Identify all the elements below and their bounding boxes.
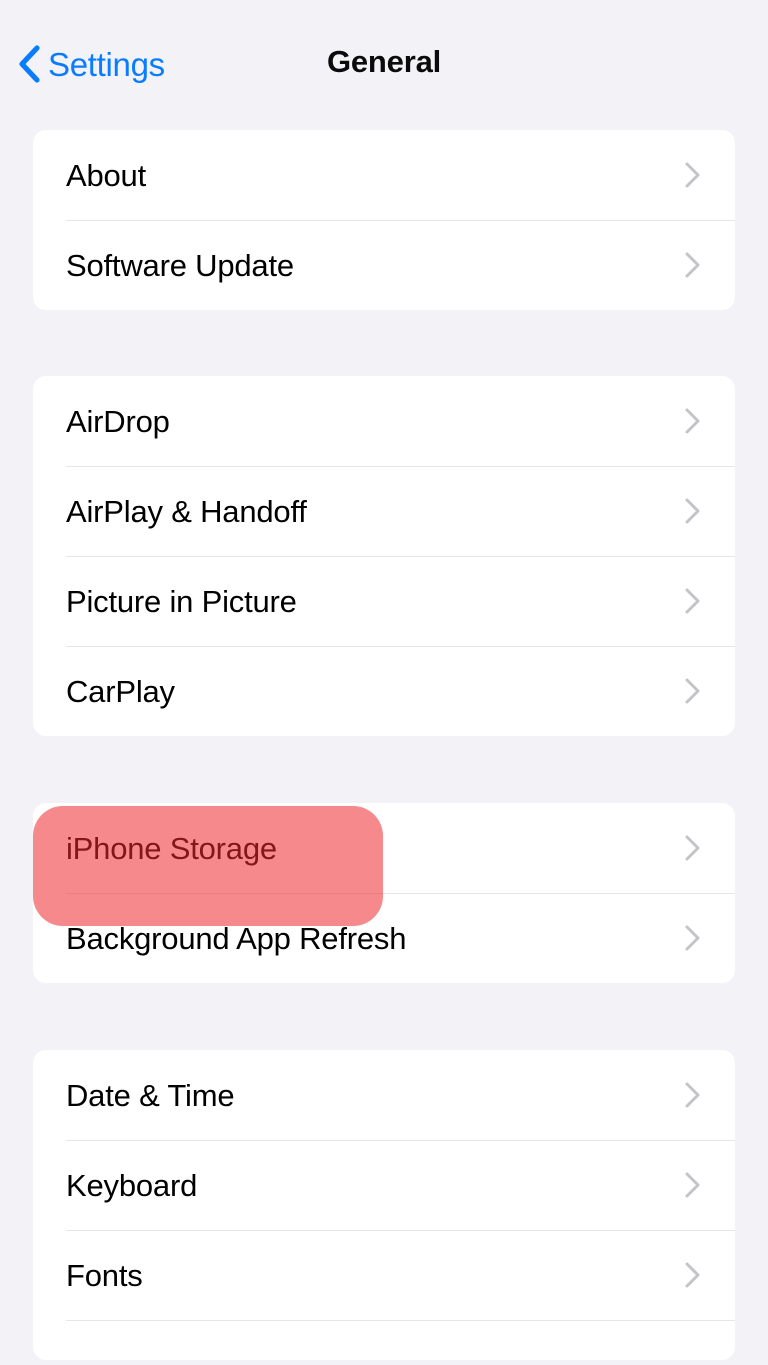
chevron-right-icon [685, 408, 700, 434]
settings-group-1: About Software Update [33, 130, 735, 310]
settings-group-2: AirDrop AirPlay & Handoff Picture in Pic… [33, 376, 735, 736]
settings-row-carplay[interactable]: CarPlay [33, 646, 735, 736]
row-label: AirPlay & Handoff [66, 493, 307, 529]
page-title: General [326, 44, 442, 79]
row-label: CarPlay [66, 673, 175, 709]
row-label: About [66, 157, 147, 193]
chevron-right-icon [685, 162, 700, 188]
chevron-right-icon [685, 1172, 700, 1198]
row-label: Keyboard [66, 1167, 198, 1203]
settings-list: About Software Update AirDrop AirPlay & … [0, 130, 768, 1360]
row-label: Picture in Picture [66, 583, 297, 619]
chevron-right-icon [685, 1082, 700, 1108]
chevron-right-icon [685, 498, 700, 524]
settings-row-airdrop[interactable]: AirDrop [33, 376, 735, 466]
row-label: Background App Refresh [66, 920, 407, 956]
chevron-right-icon [685, 588, 700, 614]
row-label: Software Update [66, 247, 294, 283]
settings-row-fonts[interactable]: Fonts [33, 1230, 735, 1320]
chevron-right-icon [685, 678, 700, 704]
row-label: iPhone Storage [66, 830, 277, 866]
settings-row-background-app-refresh[interactable]: Background App Refresh [33, 893, 735, 983]
settings-row-keyboard[interactable]: Keyboard [33, 1140, 735, 1230]
settings-row-airplay-handoff[interactable]: AirPlay & Handoff [33, 466, 735, 556]
settings-row-about[interactable]: About [33, 130, 735, 220]
settings-group-4: Date & Time Keyboard Fonts [33, 1050, 735, 1360]
settings-row-iphone-storage[interactable]: iPhone Storage [33, 803, 735, 893]
row-label: Date & Time [66, 1077, 235, 1113]
settings-row-software-update[interactable]: Software Update [33, 220, 735, 310]
row-label: AirDrop [66, 403, 170, 439]
chevron-right-icon [685, 1262, 700, 1288]
chevron-right-icon [685, 252, 700, 278]
settings-group-3: iPhone Storage Background App Refresh [33, 803, 735, 983]
chevron-right-icon [685, 835, 700, 861]
settings-row-picture-in-picture[interactable]: Picture in Picture [33, 556, 735, 646]
navigation-bar: Settings General [0, 0, 768, 130]
settings-row-date-time[interactable]: Date & Time [33, 1050, 735, 1140]
chevron-right-icon [685, 925, 700, 951]
settings-row-clipped[interactable] [33, 1320, 735, 1360]
row-label: Fonts [66, 1257, 143, 1293]
